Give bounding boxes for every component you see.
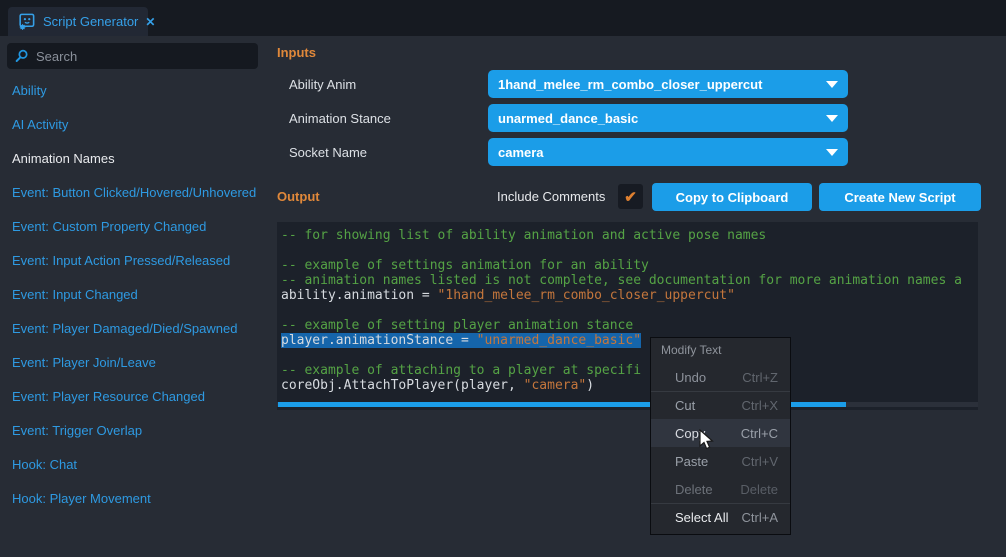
sidebar-item[interactable]: Event: Custom Property Changed	[0, 210, 268, 244]
menu-item-label: Paste	[675, 454, 742, 469]
context-menu: Modify Text UndoCtrl+ZCutCtrl+XCopyCtrl+…	[650, 337, 791, 535]
code-segment-string: "camera"	[524, 378, 587, 393]
inputs-heading: Inputs	[277, 45, 316, 60]
menu-item-label: Undo	[675, 370, 742, 385]
menu-item-shortcut: Ctrl+V	[742, 454, 778, 469]
dropdown-socket-name[interactable]: camera	[488, 138, 848, 166]
sidebar-item[interactable]: Event: Player Join/Leave	[0, 346, 268, 380]
chevron-down-icon	[826, 149, 838, 156]
code-segment-comment: -- animation names listed is not complet…	[281, 273, 962, 288]
search-box[interactable]	[7, 43, 258, 69]
tab-title: Script Generator	[43, 14, 138, 29]
sidebar-item[interactable]: Event: Input Changed	[0, 278, 268, 312]
menu-item-label: Cut	[675, 398, 742, 413]
dropdown-socket-name-value: camera	[498, 145, 826, 160]
sidebar-item[interactable]: Event: Button Clicked/Hovered/Unhovered	[0, 176, 268, 210]
code-line: -- example of settings animation for an …	[281, 258, 978, 273]
code-segment-code: )	[586, 378, 594, 393]
dropdown-animation-stance[interactable]: unarmed_dance_basic	[488, 104, 848, 132]
sidebar-list: AbilityAI ActivityAnimation NamesEvent: …	[0, 74, 268, 516]
menu-item-shortcut: Ctrl+A	[742, 510, 778, 525]
sidebar-item[interactable]: AI Activity	[0, 108, 268, 142]
context-menu-item-select-all[interactable]: Select AllCtrl+A	[651, 503, 790, 531]
code-segment-comment: -- example of attaching to a player at s…	[281, 363, 641, 378]
menu-item-shortcut: Ctrl+X	[742, 398, 778, 413]
code-line: coreObj.AttachToPlayer(player, "camera")	[281, 378, 978, 393]
code-output-area[interactable]: -- for showing list of ability animation…	[277, 222, 978, 410]
sidebar-item[interactable]: Hook: Player Movement	[0, 482, 268, 516]
context-menu-item-cut[interactable]: CutCtrl+X	[651, 391, 790, 419]
dropdown-ability-anim-value: 1hand_melee_rm_combo_closer_uppercut	[498, 77, 826, 92]
include-comments-label: Include Comments	[497, 189, 605, 204]
horizontal-scrollbar-track[interactable]	[277, 402, 978, 407]
chevron-down-icon	[826, 115, 838, 122]
context-menu-item-undo[interactable]: UndoCtrl+Z	[651, 363, 790, 391]
code-line: -- example of attaching to a player at s…	[281, 363, 978, 378]
code-segment-comment: -- for showing list of ability animation…	[281, 228, 766, 243]
code-line: player.animationStance = "unarmed_dance_…	[281, 333, 978, 348]
sidebar-item[interactable]: Event: Player Resource Changed	[0, 380, 268, 414]
check-icon: ✔	[624, 188, 637, 206]
dropdown-animation-stance-value: unarmed_dance_basic	[498, 111, 826, 126]
script-generator-icon	[17, 12, 36, 31]
code-segment-comment: -- example of settings animation for an …	[281, 258, 649, 273]
sidebar-item[interactable]: Animation Names	[0, 142, 268, 176]
code-segment-string: "1hand_melee_rm_combo_closer_uppercut"	[438, 288, 735, 303]
menu-item-shortcut: Delete	[740, 482, 778, 497]
tab-script-generator[interactable]: Script Generator ✕	[8, 7, 148, 36]
menu-item-shortcut: Ctrl+Z	[742, 370, 778, 385]
tab-close-icon[interactable]: ✕	[145, 15, 155, 29]
menu-item-label: Select All	[675, 510, 742, 525]
chevron-down-icon	[826, 81, 838, 88]
top-tab-bar: Script Generator ✕	[0, 0, 1006, 36]
menu-item-label: Delete	[675, 482, 740, 497]
sidebar-item[interactable]: Ability	[0, 74, 268, 108]
field-label-socket-name: Socket Name	[289, 145, 367, 160]
search-input[interactable]	[36, 49, 236, 64]
context-menu-item-paste[interactable]: PasteCtrl+V	[651, 447, 790, 475]
field-label-animation-stance: Animation Stance	[289, 111, 391, 126]
code-segment-code: player.animationStance =	[281, 333, 477, 348]
sidebar-item[interactable]: Event: Trigger Overlap	[0, 414, 268, 448]
code-segment-comment: -- example of setting player animation s…	[281, 318, 633, 333]
code-segment-code: coreObj.AttachToPlayer(player,	[281, 378, 524, 393]
sidebar-item[interactable]: Event: Input Action Pressed/Released	[0, 244, 268, 278]
selected-text: player.animationStance = "unarmed_dance_…	[281, 333, 641, 348]
context-menu-items: UndoCtrl+ZCutCtrl+XCopyCtrl+CPasteCtrl+V…	[651, 363, 790, 531]
code-line: -- for showing list of ability animation…	[281, 228, 978, 243]
context-menu-header: Modify Text	[651, 338, 790, 363]
output-heading: Output	[277, 189, 320, 204]
code-line	[281, 348, 978, 363]
code-line	[281, 303, 978, 318]
code-line: -- example of setting player animation s…	[281, 318, 978, 333]
code-content: -- for showing list of ability animation…	[277, 222, 978, 393]
code-segment-code: ability.animation =	[281, 288, 438, 303]
code-line: ability.animation = "1hand_melee_rm_comb…	[281, 288, 978, 303]
copy-to-clipboard-button[interactable]: Copy to Clipboard	[652, 183, 812, 211]
code-line: -- animation names listed is not complet…	[281, 273, 978, 288]
create-new-script-button[interactable]: Create New Script	[819, 183, 981, 211]
field-label-ability-anim: Ability Anim	[289, 77, 356, 92]
code-line	[281, 243, 978, 258]
code-segment-string: "unarmed_dance_basic"	[477, 333, 641, 348]
sidebar-item[interactable]: Event: Player Damaged/Died/Spawned	[0, 312, 268, 346]
sidebar-item[interactable]: Hook: Chat	[0, 448, 268, 482]
context-menu-item-copy[interactable]: CopyCtrl+C	[651, 419, 790, 447]
include-comments-checkbox[interactable]: ✔	[618, 184, 643, 209]
menu-item-label: Copy	[675, 426, 741, 441]
dropdown-ability-anim[interactable]: 1hand_melee_rm_combo_closer_uppercut	[488, 70, 848, 98]
search-icon	[14, 48, 30, 64]
context-menu-item-delete[interactable]: DeleteDelete	[651, 475, 790, 503]
menu-item-shortcut: Ctrl+C	[741, 426, 778, 441]
